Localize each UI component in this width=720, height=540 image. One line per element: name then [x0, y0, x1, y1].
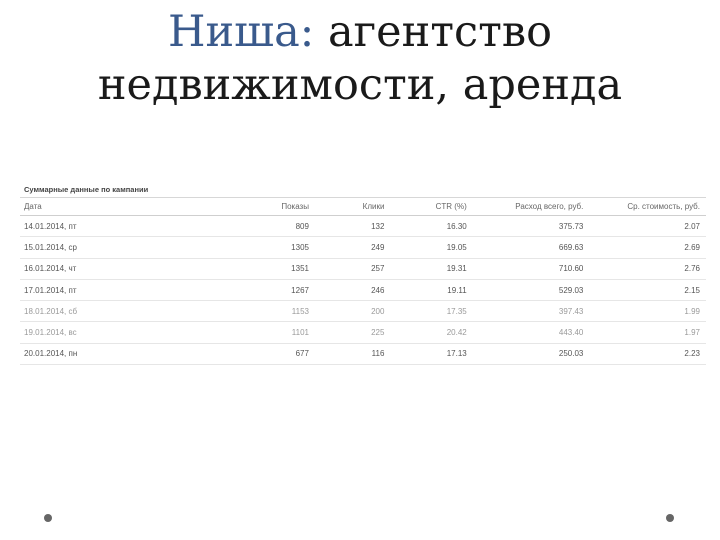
table-row: 17.01.2014, пт 1267 246 19.11 529.03 2.1…	[20, 279, 706, 302]
cell-ctr: 16.30	[390, 215, 473, 238]
cell-shows: 1101	[232, 321, 315, 344]
cell-date: 14.01.2014, пт	[20, 215, 233, 238]
cell-cpc: 1.97	[589, 321, 706, 344]
cell-clicks: 116	[314, 343, 391, 366]
cell-ctr: 19.05	[390, 236, 473, 259]
cell-shows: 1351	[232, 258, 315, 280]
slide-bullet-dot-right	[666, 514, 674, 522]
cell-clicks: 200	[314, 300, 391, 323]
cell-cpc: 2.07	[589, 215, 706, 238]
cell-ctr: 17.35	[390, 300, 473, 323]
cell-spend: 443.40	[472, 321, 590, 344]
slide-title: Ниша: агентство недвижимости, аренда	[0, 6, 720, 112]
campaign-stats-table: Дата Показы Клики CTR (%) Расход всего, …	[20, 198, 706, 366]
cell-cpc: 2.15	[589, 279, 706, 302]
cell-date: 18.01.2014, сб	[20, 300, 233, 323]
cell-clicks: 246	[314, 279, 391, 302]
cell-ctr: 20.42	[390, 321, 473, 344]
title-rest-line1: агентство	[327, 7, 552, 57]
cell-ctr: 19.31	[390, 258, 473, 280]
cell-shows: 1153	[232, 300, 315, 323]
cell-clicks: 225	[314, 321, 391, 344]
campaign-report-screenshot: Суммарные данные по кампании Дата Показы…	[20, 183, 706, 366]
cell-spend: 710.60	[472, 258, 590, 280]
cell-spend: 397.43	[472, 300, 590, 323]
col-header-cpc: Ср. стоимость, руб.	[589, 198, 706, 216]
cell-date: 17.01.2014, пт	[20, 279, 233, 302]
cell-clicks: 257	[314, 258, 391, 280]
cell-date: 15.01.2014, ср	[20, 236, 233, 259]
slide-bullet-dot-left	[44, 514, 52, 522]
cell-shows: 677	[232, 343, 315, 366]
cell-date: 20.01.2014, пн	[20, 343, 233, 366]
cell-shows: 1267	[232, 279, 315, 302]
cell-cpc: 1.99	[589, 300, 706, 323]
cell-ctr: 19.11	[390, 279, 473, 302]
col-header-shows: Показы	[232, 198, 315, 216]
cell-spend: 669.63	[472, 236, 590, 259]
cell-date: 16.01.2014, чт	[20, 258, 233, 280]
table-row: 18.01.2014, сб 1153 200 17.35 397.43 1.9…	[20, 300, 706, 323]
cell-shows: 809	[232, 215, 315, 238]
col-header-date: Дата	[20, 198, 233, 216]
cell-cpc: 2.23	[589, 343, 706, 366]
report-caption: Суммарные данные по кампании	[24, 185, 149, 194]
col-header-ctr: CTR (%)	[390, 198, 473, 216]
col-header-spend: Расход всего, руб.	[472, 198, 590, 216]
cell-spend: 250.03	[472, 343, 590, 366]
table-row: 19.01.2014, вс 1101 225 20.42 443.40 1.9…	[20, 321, 706, 344]
title-line2: недвижимости, аренда	[97, 60, 623, 110]
table-row: 16.01.2014, чт 1351 257 19.31 710.60 2.7…	[20, 258, 706, 280]
cell-cpc: 2.76	[589, 258, 706, 280]
cell-cpc: 2.69	[589, 236, 706, 259]
cell-spend: 529.03	[472, 279, 590, 302]
col-header-clicks: Клики	[314, 198, 391, 216]
cell-date: 19.01.2014, вс	[20, 321, 233, 344]
table-row: 15.01.2014, ср 1305 249 19.05 669.63 2.6…	[20, 236, 706, 259]
table-row: 14.01.2014, пт 809 132 16.30 375.73 2.07	[20, 215, 706, 238]
table-header-row: Дата Показы Клики CTR (%) Расход всего, …	[20, 198, 706, 216]
cell-ctr: 17.13	[390, 343, 473, 366]
table-row: 20.01.2014, пн 677 116 17.13 250.03 2.23	[20, 343, 706, 366]
cell-clicks: 249	[314, 236, 391, 259]
cell-shows: 1305	[232, 236, 315, 259]
cell-spend: 375.73	[472, 215, 590, 238]
cell-clicks: 132	[314, 215, 391, 238]
title-accent: Ниша:	[168, 7, 315, 57]
